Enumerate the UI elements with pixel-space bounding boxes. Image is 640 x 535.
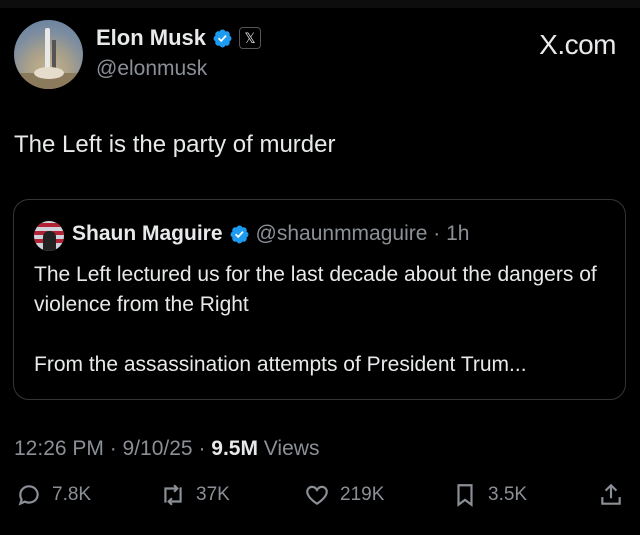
author-handle[interactable]: @elonmusk bbox=[96, 57, 261, 81]
author-name[interactable]: Elon Musk bbox=[96, 25, 206, 51]
quoted-author-avatar bbox=[34, 221, 64, 251]
quoted-tweet-line: The Left lectured us for the last decade… bbox=[34, 263, 597, 316]
tweet-text: The Left is the party of murder bbox=[14, 131, 336, 158]
views-label: Views bbox=[257, 437, 320, 460]
quoted-tweet[interactable]: Shaun Maguire @shaunmmaguire · 1h The Le… bbox=[13, 199, 626, 400]
bookmark-count: 3.5K bbox=[488, 484, 528, 505]
quoted-author-name: Shaun Maguire bbox=[72, 222, 223, 245]
tweet-timestamp[interactable]: 12:26 PM · 9/10/25 · bbox=[14, 437, 211, 460]
reply-button[interactable]: 7.8K bbox=[16, 482, 91, 508]
author-block: Elon Musk 𝕏 @elonmusk bbox=[96, 25, 262, 81]
bookmark-icon bbox=[457, 484, 473, 507]
repost-icon bbox=[164, 484, 182, 506]
verified-badge-icon bbox=[230, 225, 248, 243]
quoted-tweet-body: The Left lectured us for the last decade… bbox=[34, 260, 614, 380]
share-icon bbox=[601, 483, 621, 505]
reply-icon bbox=[18, 485, 39, 506]
share-button[interactable] bbox=[598, 482, 624, 508]
top-bar bbox=[0, 0, 640, 8]
reply-count: 7.8K bbox=[52, 484, 92, 505]
like-icon bbox=[306, 485, 328, 505]
bookmark-button[interactable]: 3.5K bbox=[452, 482, 527, 508]
quoted-tweet-line: From the assassination attempts of Presi… bbox=[34, 353, 527, 376]
views-count: 9.5M bbox=[211, 437, 258, 460]
verified-badge-icon bbox=[213, 29, 232, 47]
x-logo-icon: 𝕏 bbox=[239, 27, 262, 49]
like-button[interactable]: 219K bbox=[304, 482, 384, 508]
author-avatar[interactable] bbox=[14, 20, 83, 89]
action-bar: 7.8K 37K 219K 3.5K bbox=[0, 482, 640, 522]
tweet-meta: 12:26 PM · 9/10/25 · 9.5M Views bbox=[14, 437, 319, 461]
repost-count: 37K bbox=[196, 484, 230, 505]
brand-watermark: X.com bbox=[539, 29, 616, 60]
quoted-author-handle-time: @shaunmmaguire · 1h bbox=[255, 222, 470, 245]
like-count: 219K bbox=[340, 484, 385, 505]
repost-button[interactable]: 37K bbox=[160, 482, 230, 508]
